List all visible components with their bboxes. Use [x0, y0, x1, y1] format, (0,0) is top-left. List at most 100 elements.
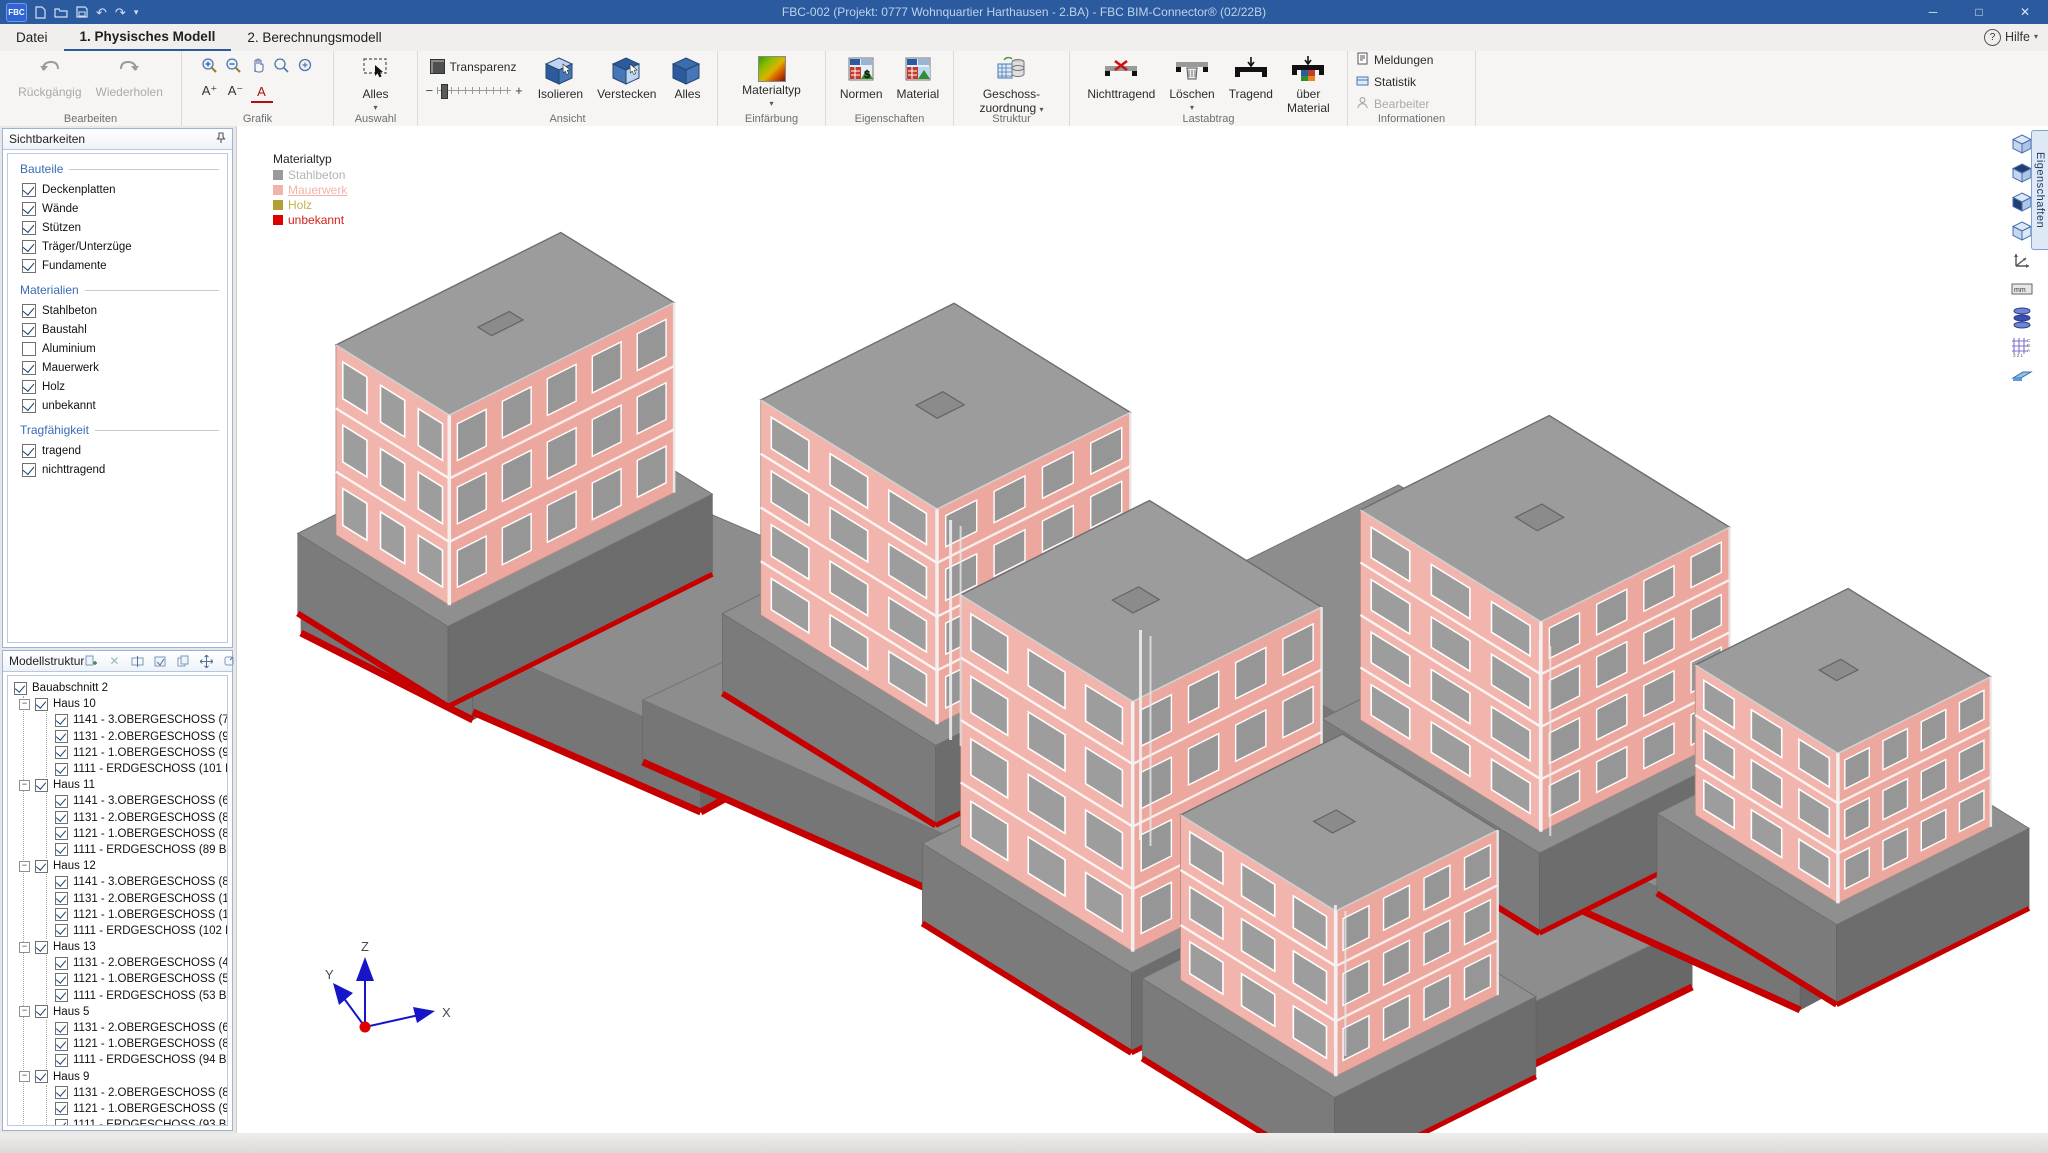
ueber-material-button[interactable]: überMaterial	[1282, 54, 1335, 117]
checkbox[interactable]	[55, 843, 68, 856]
statistik-button[interactable]: Statistik	[1352, 73, 1420, 91]
delete-node-icon[interactable]: ✕	[107, 654, 121, 668]
checkbox[interactable]	[55, 876, 68, 889]
checkbox[interactable]	[22, 183, 36, 197]
hide-button[interactable]: Verstecken	[592, 54, 661, 104]
tree-item[interactable]: Bauabschnitt 2	[14, 680, 225, 696]
tree-item[interactable]: 1121 - 1.OBERGESCHOSS (58 Bauteile)	[47, 971, 225, 987]
font-increase-button[interactable]: A⁺	[199, 81, 221, 101]
collapse-icon[interactable]: −	[19, 942, 30, 953]
visibility-checkbox-tr-ger-unterz-ge[interactable]: Träger/Unterzüge	[8, 237, 227, 256]
storey-stack-icon[interactable]	[2010, 306, 2034, 330]
collapse-icon[interactable]: −	[19, 1006, 30, 1017]
bearbeiter-button[interactable]: Bearbeiter	[1352, 95, 1433, 113]
properties-side-tab[interactable]: Eigenschaften	[2031, 130, 2048, 250]
assign-selection-icon[interactable]	[153, 656, 167, 667]
isolate-button[interactable]: Isolieren	[533, 54, 588, 104]
font-decrease-button[interactable]: A⁻	[225, 81, 247, 101]
save-icon[interactable]	[76, 6, 88, 18]
materialtyp-button[interactable]: Materialtyp ▾	[737, 54, 806, 110]
tab-datei[interactable]: Datei	[0, 24, 64, 51]
maximize-button[interactable]: □	[1956, 0, 2002, 24]
tree-item[interactable]: 1141 - 3.OBERGESCHOSS (76 Bauteile)	[47, 712, 225, 728]
minimize-button[interactable]: ─	[1910, 0, 1956, 24]
pin-icon[interactable]	[216, 132, 226, 147]
checkbox[interactable]	[55, 1086, 68, 1099]
pan-hand-icon[interactable]	[247, 54, 269, 76]
checkbox[interactable]	[55, 924, 68, 937]
move-node-icon[interactable]	[199, 655, 213, 668]
redo-icon[interactable]: ↷	[115, 6, 126, 19]
checkbox[interactable]	[55, 714, 68, 727]
help-menu[interactable]: ? Hilfe ▾	[1984, 24, 2038, 50]
transparency-slider[interactable]: − +	[426, 83, 523, 98]
checkbox[interactable]	[55, 795, 68, 808]
checkbox[interactable]	[22, 444, 36, 458]
building-model-3d[interactable]	[237, 126, 2048, 1133]
rename-node-icon[interactable]	[130, 656, 144, 667]
meldungen-button[interactable]: Meldungen	[1352, 51, 1437, 69]
checkbox[interactable]	[55, 763, 68, 776]
checkbox[interactable]	[55, 730, 68, 743]
checkbox[interactable]	[14, 682, 27, 695]
tree-item[interactable]: 1131 - 2.OBERGESCHOSS (101 Bauteile)	[47, 890, 225, 906]
tree-item[interactable]: −Haus 9	[19, 1069, 225, 1085]
checkbox[interactable]	[55, 1038, 68, 1051]
zoom-out-icon[interactable]	[223, 54, 245, 76]
tree-item[interactable]: 1121 - 1.OBERGESCHOSS (101 Bauteile)	[47, 907, 225, 923]
open-folder-icon[interactable]	[54, 7, 68, 18]
checkbox[interactable]	[55, 1102, 68, 1115]
visibility-checkbox-unbekannt[interactable]: unbekannt	[8, 396, 227, 415]
tree-item[interactable]: 1111 - ERDGESCHOSS (53 Bauteile)	[47, 988, 225, 1004]
visibility-checkbox-tragend[interactable]: tragend	[8, 441, 227, 460]
collapse-icon[interactable]: −	[19, 861, 30, 872]
checkbox[interactable]	[22, 259, 36, 273]
checkbox[interactable]	[55, 1022, 68, 1035]
undo-button[interactable]: Rückgängig	[13, 54, 86, 102]
collapse-icon[interactable]: −	[19, 780, 30, 791]
checkbox[interactable]	[22, 240, 36, 254]
tab-berechnungsmodell[interactable]: 2. Berechnungsmodell	[231, 24, 397, 51]
tree-item[interactable]: 1131 - 2.OBERGESCHOSS (96 Bauteile)	[47, 729, 225, 745]
clipping-plane-icon[interactable]	[2010, 364, 2034, 388]
checkbox[interactable]	[22, 342, 36, 356]
visibility-checkbox-mauerwerk[interactable]: Mauerwerk	[8, 358, 227, 377]
tree-item[interactable]: −Haus 5	[19, 1004, 225, 1020]
loeschen-button[interactable]: Löschen ▾	[1164, 54, 1219, 114]
zoom-window-icon[interactable]	[271, 54, 293, 76]
tree-item[interactable]: 1111 - ERDGESCHOSS (102 Bauteile)	[47, 923, 225, 939]
checkbox[interactable]	[35, 698, 48, 711]
tree-item[interactable]: −Haus 10	[19, 696, 225, 712]
tree-item[interactable]: 1141 - 3.OBERGESCHOSS (84 Bauteile)	[47, 874, 225, 890]
close-button[interactable]: ✕	[2002, 0, 2048, 24]
checkbox[interactable]	[55, 746, 68, 759]
tree-item[interactable]: −Haus 12	[19, 858, 225, 874]
checkbox[interactable]	[55, 892, 68, 905]
undo-icon[interactable]: ↶	[96, 6, 107, 19]
checkbox[interactable]	[22, 463, 36, 477]
checkbox[interactable]	[55, 1054, 68, 1067]
checkbox[interactable]	[55, 827, 68, 840]
transform-node-icon[interactable]	[222, 655, 236, 667]
add-node-icon[interactable]	[84, 655, 98, 667]
tree-item[interactable]: 1111 - ERDGESCHOSS (101 Bauteile)	[47, 761, 225, 777]
checkbox[interactable]	[55, 973, 68, 986]
qat-customize-icon[interactable]: ▾	[134, 8, 139, 17]
normen-button[interactable]: $ Normen	[835, 54, 888, 104]
tree-item[interactable]: 1141 - 3.OBERGESCHOSS (63 Bauteile)	[47, 793, 225, 809]
3d-viewport[interactable]: Materialtyp StahlbetonMauerwerkHolzunbek…	[236, 126, 2048, 1133]
collapse-icon[interactable]: −	[19, 1071, 30, 1082]
visibility-checkbox-holz[interactable]: Holz	[8, 377, 227, 396]
tree-item[interactable]: 1131 - 2.OBERGESCHOSS (89 Bauteile)	[47, 1085, 225, 1101]
copy-node-icon[interactable]	[176, 655, 190, 667]
font-color-button[interactable]: A	[251, 81, 273, 103]
redo-button[interactable]: Wiederholen	[91, 54, 168, 102]
transparency-toggle[interactable]: Transparenz	[426, 58, 523, 75]
select-all-button[interactable]: Alles ▾	[357, 54, 395, 114]
tree-item[interactable]: 1131 - 2.OBERGESCHOSS (83 Bauteile)	[47, 810, 225, 826]
checkbox[interactable]	[35, 1005, 48, 1018]
tree-item[interactable]: 1111 - ERDGESCHOSS (89 Bauteile)	[47, 842, 225, 858]
new-file-icon[interactable]	[35, 6, 46, 19]
checkbox[interactable]	[35, 860, 48, 873]
checkbox[interactable]	[55, 811, 68, 824]
